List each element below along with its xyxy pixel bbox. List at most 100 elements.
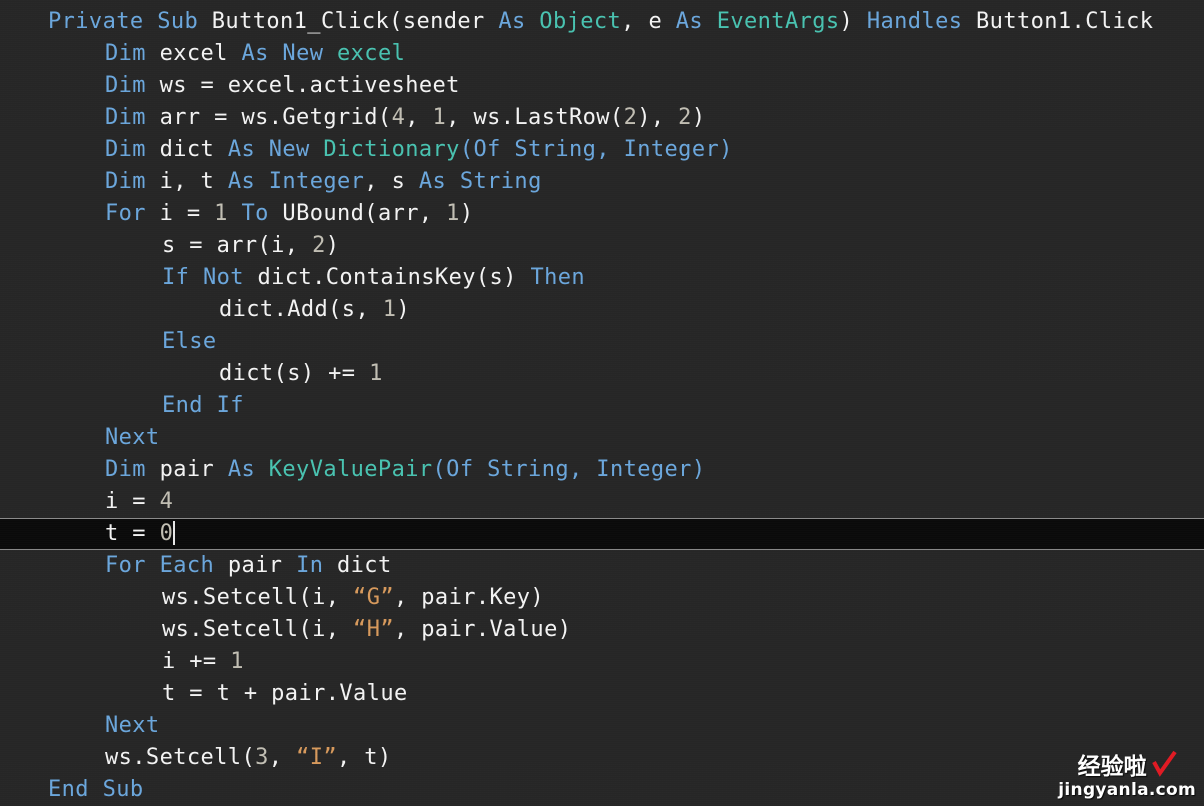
- code-token-id: pair: [214, 553, 283, 578]
- code-token-id: Button1.Click: [976, 9, 1154, 34]
- code-token-id: , ws.LastRow(: [446, 105, 624, 130]
- code-token-op: [473, 457, 487, 482]
- code-line[interactable]: Dim ws = excel.activesheet: [0, 70, 1204, 102]
- code-token-kw: End: [162, 393, 203, 418]
- code-token-id: ,: [268, 745, 297, 770]
- code-token-num: 1: [230, 649, 244, 674]
- code-token-id: t = t + pair.Value: [162, 681, 408, 706]
- code-line[interactable]: Next: [0, 710, 1204, 742]
- code-line[interactable]: End If: [0, 390, 1204, 422]
- code-token-kw: (: [459, 137, 474, 162]
- code-line[interactable]: Else: [0, 326, 1204, 358]
- code-token-num: 2: [678, 105, 692, 130]
- code-token-id: i =: [145, 201, 215, 226]
- code-token-op: [662, 9, 676, 34]
- code-token-id: , s: [364, 169, 419, 194]
- code-token-str: “G”: [353, 585, 394, 610]
- code-token-op: [485, 9, 499, 34]
- code-token-type: Object: [539, 9, 622, 34]
- code-token-kw: Then: [530, 265, 586, 290]
- code-token-op: [282, 553, 296, 578]
- code-token-id: i =: [105, 489, 160, 514]
- code-token-kw: Dim: [105, 169, 146, 194]
- code-token-id: ): [839, 9, 854, 34]
- code-line[interactable]: Dim excel As New excel: [0, 38, 1204, 70]
- code-token-kw: Sub: [157, 9, 199, 34]
- code-token-kw: Not: [202, 265, 244, 290]
- code-token-id: ),: [637, 105, 679, 130]
- code-line[interactable]: For i = 1 To UBound(arr, 1): [0, 198, 1204, 230]
- code-token-id: , e: [621, 9, 663, 34]
- code-token-op: [203, 393, 217, 418]
- code-token-id: i +=: [162, 649, 231, 674]
- code-token-kw: Else: [162, 329, 217, 354]
- code-token-kw: Of: [446, 457, 474, 482]
- code-line[interactable]: dict.Add(s, 1): [0, 294, 1204, 326]
- code-line[interactable]: If Not dict.ContainsKey(s) Then: [0, 262, 1204, 294]
- code-token-num: 1: [446, 201, 460, 226]
- code-token-kw: End: [48, 777, 89, 802]
- code-token-kw: In: [296, 553, 324, 578]
- code-content[interactable]: Private Sub Button1_Click(sender As Obje…: [0, 0, 1204, 806]
- code-line[interactable]: s = arr(i, 2): [0, 230, 1204, 262]
- watermark-domain: jingyanla.com: [1058, 780, 1196, 800]
- code-line[interactable]: For Each pair In dict: [0, 550, 1204, 582]
- code-line[interactable]: Dim pair As KeyValuePair(Of String, Inte…: [0, 454, 1204, 486]
- code-token-op: [189, 265, 203, 290]
- code-line[interactable]: dict(s) += 1: [0, 358, 1204, 390]
- code-token-type: excel: [337, 41, 406, 66]
- code-token-kw: Private: [48, 9, 144, 34]
- code-token-op: [517, 265, 531, 290]
- code-line[interactable]: ws.Setcell(i, “G”, pair.Key): [0, 582, 1204, 614]
- code-token-kw: As: [675, 9, 704, 34]
- code-token-id: , pair.Key): [393, 585, 545, 610]
- code-token-id: pair: [145, 457, 228, 482]
- code-line[interactable]: Dim dict As New Dictionary(Of String, In…: [0, 134, 1204, 166]
- code-line[interactable]: i = 4: [0, 486, 1204, 518]
- code-line[interactable]: Dim arr = ws.Getgrid(4, 1, ws.LastRow(2)…: [0, 102, 1204, 134]
- code-token-kw: As: [241, 41, 269, 66]
- code-token-op: [703, 9, 717, 34]
- code-editor-surface[interactable]: Private Sub Button1_Click(sender As Obje…: [0, 0, 1204, 806]
- code-token-id: ws.Setcell(: [105, 745, 256, 770]
- code-token-kw: String: [459, 169, 542, 194]
- code-token-kw: New: [268, 137, 310, 162]
- code-line[interactable]: ws.Setcell(i, “H”, pair.Value): [0, 614, 1204, 646]
- code-token-kw: ,: [596, 137, 624, 162]
- code-line-current[interactable]: t = 0: [0, 518, 1204, 550]
- code-token-num: 3: [255, 745, 269, 770]
- code-token-id: ws.Setcell(i,: [162, 617, 354, 642]
- code-line[interactable]: Dim i, t As Integer, s As String: [0, 166, 1204, 198]
- code-token-kw: Dim: [105, 457, 146, 482]
- code-token-id: dict(s) +=: [219, 361, 370, 386]
- code-token-kw: String: [487, 457, 569, 482]
- code-token-kw: String: [514, 137, 597, 162]
- code-token-kw: For: [105, 201, 146, 226]
- code-token-kw: As: [498, 9, 526, 34]
- code-token-str: “I”: [296, 745, 337, 770]
- code-token-num: 4: [391, 105, 406, 130]
- code-token-kw: Dim: [105, 73, 146, 98]
- code-token-op: [255, 137, 269, 162]
- code-token-kw: Next: [105, 713, 160, 738]
- code-token-kw: Dim: [105, 137, 146, 162]
- code-line[interactable]: Next: [0, 422, 1204, 454]
- code-line[interactable]: End Sub: [0, 774, 1204, 806]
- code-token-kw: New: [282, 41, 324, 66]
- code-line[interactable]: Private Sub Button1_Click(sender As Obje…: [0, 6, 1204, 38]
- code-token-op: [255, 457, 269, 482]
- code-token-op: [269, 41, 283, 66]
- code-token-id: t =: [105, 521, 160, 546]
- code-token-op: [446, 169, 460, 194]
- code-token-id: dict: [145, 137, 228, 162]
- code-token-kw: Integer: [623, 137, 720, 162]
- code-token-kw: (: [432, 457, 447, 482]
- code-line[interactable]: i += 1: [0, 646, 1204, 678]
- code-token-num: 1: [214, 201, 228, 226]
- code-line[interactable]: ws.Setcell(3, “I”, t): [0, 742, 1204, 774]
- code-token-type: Dictionary: [323, 137, 460, 162]
- code-token-type: KeyValuePair: [268, 457, 433, 482]
- watermark: 经验啦 jingyanla.com: [1058, 747, 1196, 800]
- code-line[interactable]: t = t + pair.Value: [0, 678, 1204, 710]
- red-check-icon: [1151, 751, 1177, 777]
